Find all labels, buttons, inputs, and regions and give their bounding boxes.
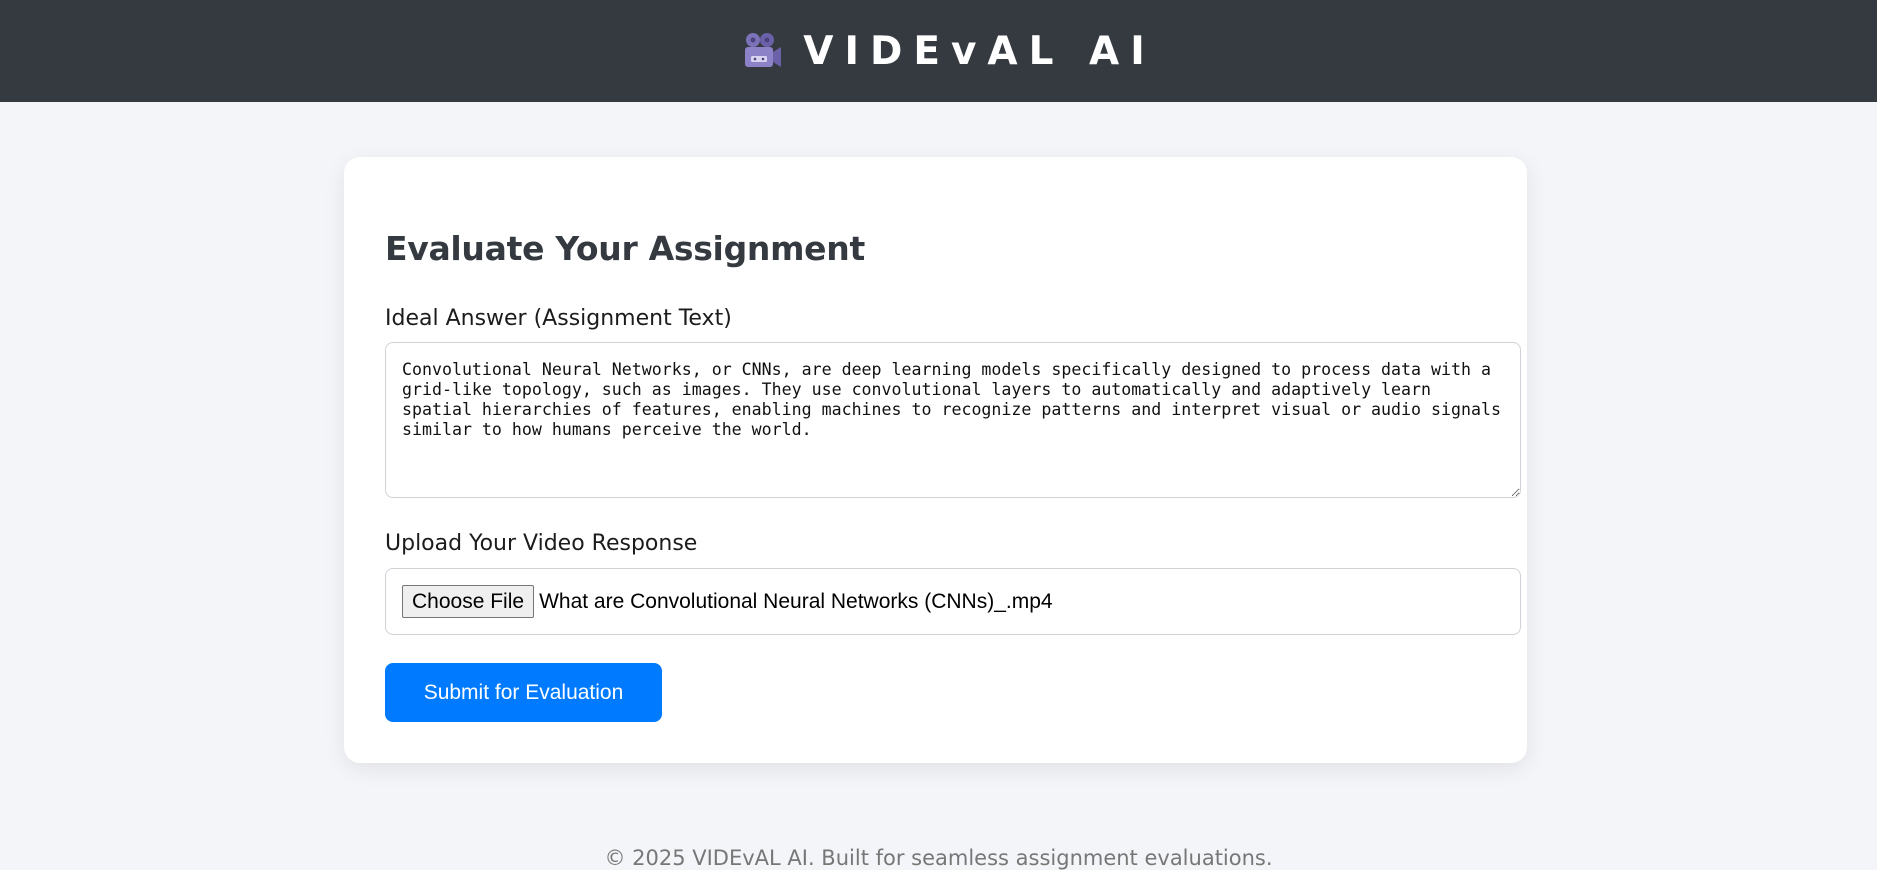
video-file-input[interactable]: Choose File What are Convolutional Neura…: [385, 568, 1521, 635]
submit-evaluation-button[interactable]: Submit for Evaluation: [385, 663, 662, 722]
evaluation-form-card: Evaluate Your Assignment Ideal Answer (A…: [344, 157, 1527, 763]
form-title: Evaluate Your Assignment: [385, 229, 865, 268]
ideal-answer-textarea[interactable]: Convolutional Neural Networks, or CNNs, …: [385, 342, 1521, 498]
app-header: VIDEvAL AI: [0, 0, 1877, 102]
upload-video-label: Upload Your Video Response: [385, 531, 698, 556]
brand-name: VIDEvAL AI: [803, 28, 1156, 74]
footer-text: © 2025 VIDEvAL AI. Built for seamless as…: [604, 846, 1273, 870]
ideal-answer-label: Ideal Answer (Assignment Text): [385, 306, 732, 331]
choose-file-button[interactable]: Choose File: [402, 585, 535, 618]
brand: VIDEvAL AI: [741, 29, 1155, 74]
movie-camera-icon: [745, 33, 782, 67]
selected-file-name: What are Convolutional Neural Networks (…: [539, 589, 1053, 613]
